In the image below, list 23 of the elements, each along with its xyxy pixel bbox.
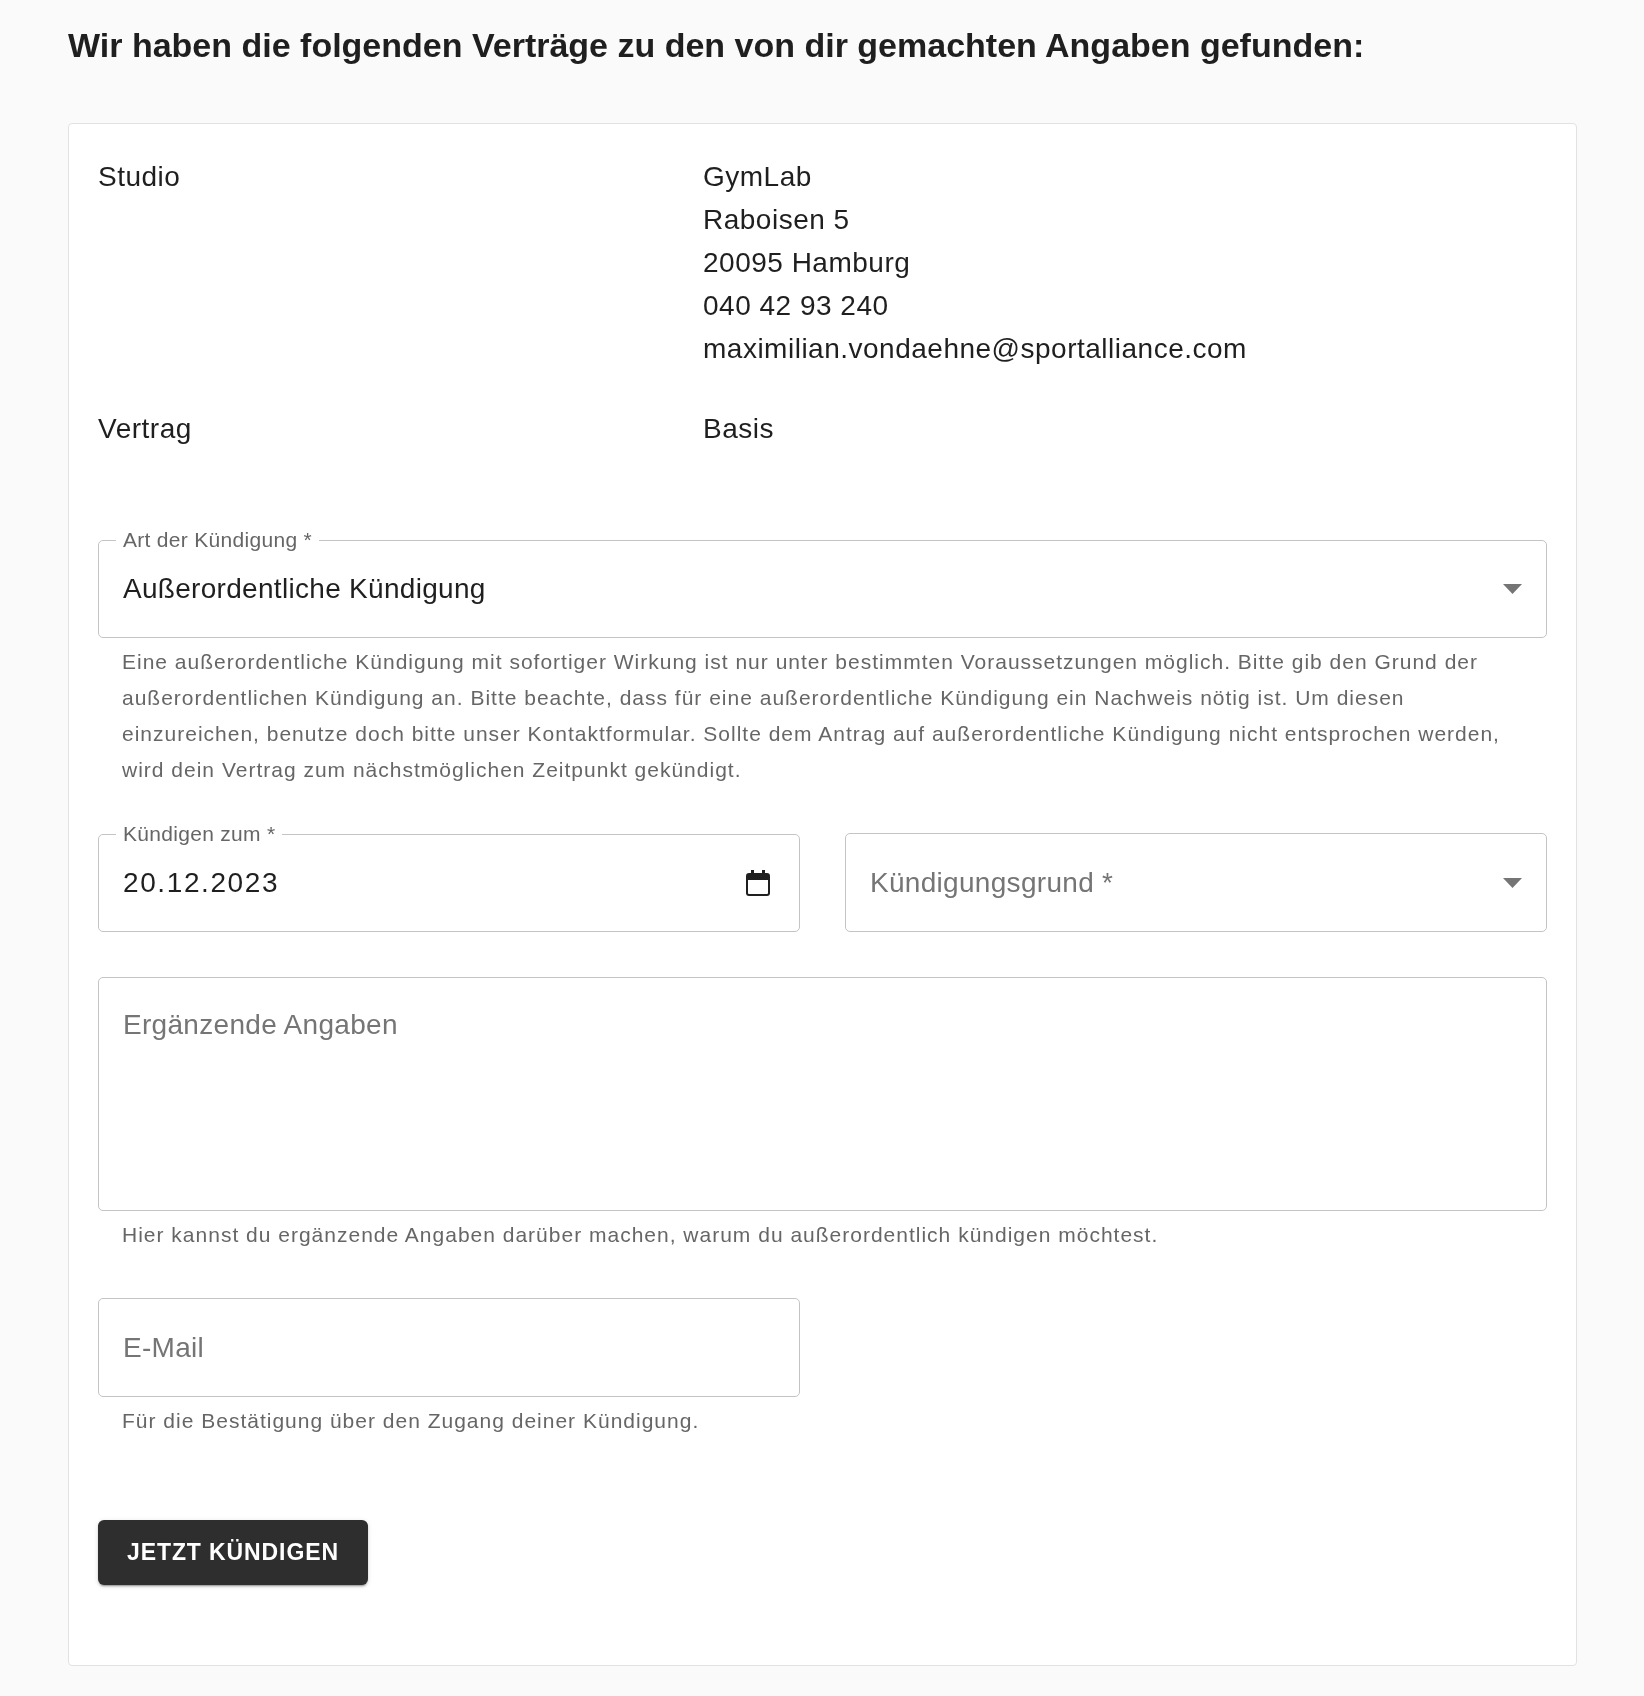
text-area[interactable]: Ergänzende Angaben	[98, 977, 1547, 1211]
email-field[interactable]: E-Mail	[98, 1298, 800, 1397]
detail-value: maximilian.vondaehne@sportalliance.com	[703, 332, 1247, 366]
date-field[interactable]: Kündigen zum * 20.12.2023	[98, 823, 800, 932]
detail-value: Basis	[703, 412, 774, 446]
helper-text: Für die Bestätigung über den Zugang deiner Kündigung.	[121, 1408, 701, 1434]
select-field[interactable]: Art der Kündigung * Außerordentliche Kündigung	[98, 529, 1547, 638]
submit-button[interactable]: JETZT KÜNDIGEN	[98, 1520, 368, 1585]
field-label: Art der Kündigung *	[122, 529, 313, 551]
caret-icon	[1503, 877, 1522, 888]
detail-value: Raboisen 5	[703, 203, 850, 237]
detail-value: GymLab	[703, 160, 812, 194]
detail-label: Vertrag	[98, 412, 192, 446]
field-label: Kündigen zum *	[122, 823, 277, 845]
detail-label: Studio	[98, 160, 181, 194]
detail-value: 20095 Hamburg	[703, 246, 911, 280]
select-field[interactable]: Kündigungsgrund *	[845, 833, 1547, 932]
caret-icon	[1503, 584, 1522, 594]
detail-value: 040 42 93 240	[703, 289, 889, 323]
helper-text: Eine außerordentliche Kündigung mit sofortiger Wirkung ist nur unter bestimmten Voraussetzungen möglich. Bitte gib den Grund der außerordentlichen Kündigung an. Bitte beachte, dass für eine außerordentliche Kündigung ein Nachweis nötig ist. Um diesen einzureichen, benutze doch bitte unser Kontaktformular. Sollte dem Antrag auf außerordentliche Kündigung nicht entsprochen werden, wird dein Vertrag zum nächstmöglichen Zeitpunkt gekündigt.	[121, 649, 1501, 783]
page-heading: Wir haben die folgenden Verträge zu den von dir gemachten Angaben gefunden:	[68, 25, 1365, 66]
helper-text: Hier kannst du ergänzende Angaben darüber machen, warum du außerordentlich kündigen möchtest.	[121, 1222, 1160, 1248]
calendar-icon[interactable]	[746, 870, 770, 896]
